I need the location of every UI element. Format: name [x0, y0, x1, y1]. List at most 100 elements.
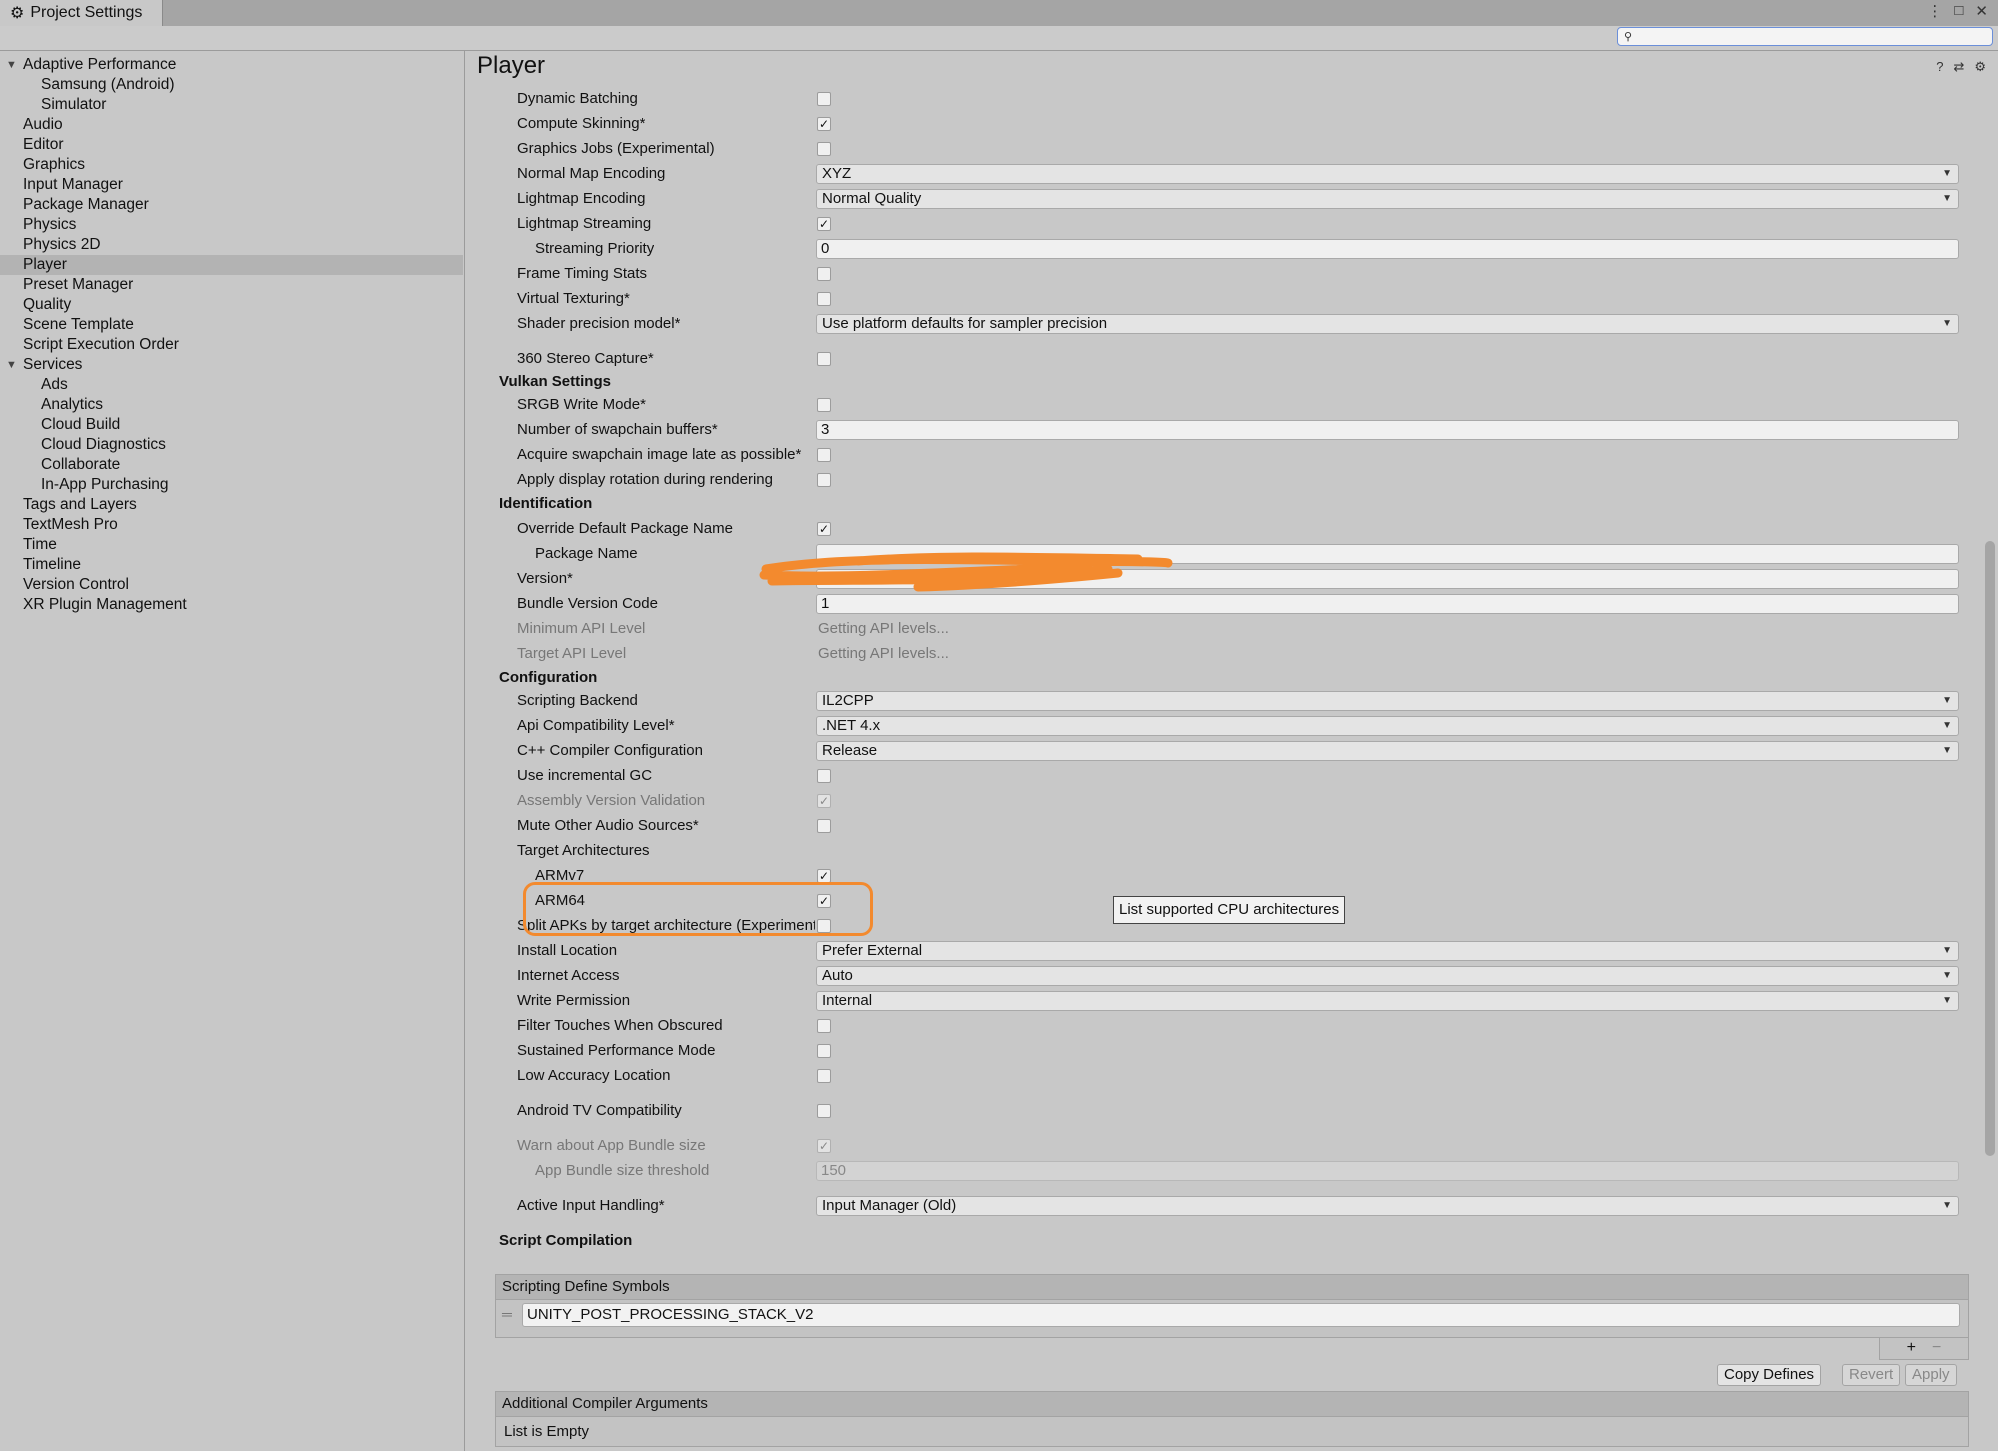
expand-triangle-icon[interactable]: ▼: [6, 355, 17, 375]
sidebar-item-label: Cloud Build: [41, 416, 121, 433]
sidebar-item[interactable]: Graphics: [0, 155, 463, 175]
api-compat-dropdown[interactable]: .NET 4.x ▼: [816, 716, 1959, 736]
revert-button[interactable]: Revert: [1842, 1364, 1901, 1386]
apply-button[interactable]: Apply: [1905, 1364, 1957, 1386]
sidebar-item[interactable]: Cloud Build: [0, 415, 463, 435]
lightmap-streaming-checkbox[interactable]: ✓: [817, 217, 831, 231]
close-icon[interactable]: ✕: [1975, 2, 1988, 20]
internet-access-dropdown[interactable]: Auto ▼: [816, 966, 1959, 986]
bundle-version-field[interactable]: 1: [816, 594, 1959, 614]
sidebar-item[interactable]: Version Control: [0, 575, 463, 595]
sidebar-item[interactable]: Tags and Layers: [0, 495, 463, 515]
write-permission-label: Write Permission: [517, 992, 631, 1009]
expand-triangle-icon[interactable]: ▼: [6, 55, 17, 75]
search-input[interactable]: ⚲: [1617, 27, 1993, 46]
lightmap-encoding-value: Normal Quality: [822, 190, 922, 207]
sidebar-item-label: Input Manager: [23, 176, 123, 193]
display-rotation-checkbox[interactable]: [817, 473, 831, 487]
drag-handle-icon[interactable]: ═: [502, 1306, 512, 1322]
scripting-backend-dropdown[interactable]: IL2CPP ▼: [816, 691, 1959, 711]
override-package-checkbox[interactable]: ✓: [817, 522, 831, 536]
sidebar-item[interactable]: Timeline: [0, 555, 463, 575]
more-options-icon[interactable]: ⋮: [1927, 2, 1942, 20]
stereo-capture-checkbox[interactable]: [817, 352, 831, 366]
configuration-header-section: Configuration: [499, 669, 598, 686]
stereo-capture-label: 360 Stereo Capture*: [517, 350, 654, 367]
sidebar-item[interactable]: In-App Purchasing: [0, 475, 463, 495]
gear-icon[interactable]: ⚙: [1974, 59, 1986, 75]
target-architectures-highlight: [523, 882, 873, 936]
sidebar-item[interactable]: Scene Template: [0, 315, 463, 335]
cpp-config-label: C++ Compiler Configuration: [517, 742, 703, 759]
remove-symbol-button[interactable]: −: [1932, 1338, 1941, 1359]
filter-touches-checkbox[interactable]: [817, 1019, 831, 1033]
write-permission-dropdown[interactable]: Internal ▼: [816, 991, 1959, 1011]
sidebar-item[interactable]: Samsung (Android): [0, 75, 463, 95]
mute-audio-checkbox[interactable]: [817, 819, 831, 833]
srgb-write-checkbox[interactable]: [817, 398, 831, 412]
sidebar-item[interactable]: Analytics: [0, 395, 463, 415]
dynamic-batching-label: Dynamic Batching: [517, 90, 638, 107]
override-package-label: Override Default Package Name: [517, 520, 733, 537]
low-accuracy-label: Low Accuracy Location: [517, 1067, 671, 1084]
sidebar-item[interactable]: Ads: [0, 375, 463, 395]
sidebar-item-label: Version Control: [23, 576, 129, 593]
sidebar-item[interactable]: ▼ Adaptive Performance: [0, 55, 463, 75]
swapchain-buffers-field[interactable]: 3: [816, 420, 1959, 440]
warn-bundle-checkbox: ✓: [817, 1139, 831, 1153]
sidebar-item[interactable]: Collaborate: [0, 455, 463, 475]
frame-timing-stats-checkbox[interactable]: [817, 267, 831, 281]
sustained-perf-checkbox[interactable]: [817, 1044, 831, 1058]
shader-precision-dropdown[interactable]: Use platform defaults for sampler precis…: [816, 314, 1959, 334]
graphics-jobs-checkbox[interactable]: [817, 142, 831, 156]
compute-skinning-checkbox[interactable]: ✓: [817, 117, 831, 131]
project-settings-tab[interactable]: ⚙ Project Settings: [0, 0, 163, 26]
copy-defines-button[interactable]: Copy Defines: [1717, 1364, 1822, 1386]
dynamic-batching-checkbox[interactable]: [817, 92, 831, 106]
sidebar-item[interactable]: Physics 2D: [0, 235, 463, 255]
help-icon[interactable]: ?: [1936, 59, 1943, 75]
sidebar-item[interactable]: Simulator: [0, 95, 463, 115]
incremental-gc-checkbox[interactable]: [817, 769, 831, 783]
normal-map-encoding-label: Normal Map Encoding: [517, 165, 666, 182]
cpp-config-dropdown[interactable]: Release ▼: [816, 741, 1959, 761]
virtual-texturing-checkbox[interactable]: [817, 292, 831, 306]
target-api-value: Getting API levels...: [818, 645, 949, 662]
add-symbol-button[interactable]: +: [1907, 1338, 1916, 1359]
sidebar-item[interactable]: Physics: [0, 215, 463, 235]
sidebar-item[interactable]: Editor: [0, 135, 463, 155]
chevron-down-icon: ▼: [1942, 318, 1952, 329]
sidebar-item[interactable]: Cloud Diagnostics: [0, 435, 463, 455]
search-icon: ⚲: [1624, 31, 1633, 43]
android-tv-checkbox[interactable]: [817, 1104, 831, 1118]
vertical-scrollbar[interactable]: [1982, 81, 1998, 1451]
sidebar-item[interactable]: Input Manager: [0, 175, 463, 195]
active-input-dropdown[interactable]: Input Manager (Old) ▼: [816, 1196, 1959, 1216]
define-symbol-input[interactable]: UNITY_POST_PROCESSING_STACK_V2: [522, 1303, 1960, 1327]
lightmap-encoding-dropdown[interactable]: Normal Quality ▼: [816, 189, 1959, 209]
sidebar-item[interactable]: ▼ Services: [0, 355, 463, 375]
sidebar-item[interactable]: Time: [0, 535, 463, 555]
sidebar-item[interactable]: Script Execution Order: [0, 335, 463, 355]
sidebar-item[interactable]: Package Manager: [0, 195, 463, 215]
sidebar-item[interactable]: Audio: [0, 115, 463, 135]
sidebar-item[interactable]: TextMesh Pro: [0, 515, 463, 535]
sidebar-item[interactable]: Player: [0, 255, 463, 275]
sidebar-item[interactable]: XR Plugin Management: [0, 595, 463, 615]
normal-map-encoding-dropdown[interactable]: XYZ ▼: [816, 164, 1959, 184]
sidebar-item[interactable]: Quality: [0, 295, 463, 315]
page-title: Player: [477, 52, 546, 79]
scroll-thumb[interactable]: [1985, 541, 1995, 1156]
title-bar: ⚙ Project Settings ⋮ □ ✕: [0, 0, 1998, 26]
sidebar-item-label: TextMesh Pro: [23, 516, 118, 533]
low-accuracy-checkbox[interactable]: [817, 1069, 831, 1083]
compute-skinning-label: Compute Skinning*: [517, 115, 646, 132]
preset-icon[interactable]: ⇄: [1953, 59, 1964, 75]
player-settings-panel: Player ? ⇄ ⚙ Dynamic Batching Compute Ski…: [465, 51, 1998, 1451]
acquire-swapchain-checkbox[interactable]: [817, 448, 831, 462]
armv7-checkbox[interactable]: ✓: [817, 869, 831, 883]
install-location-dropdown[interactable]: Prefer External ▼: [816, 941, 1959, 961]
streaming-priority-field[interactable]: 0: [816, 239, 1959, 259]
maximize-icon[interactable]: □: [1954, 2, 1963, 20]
sidebar-item[interactable]: Preset Manager: [0, 275, 463, 295]
